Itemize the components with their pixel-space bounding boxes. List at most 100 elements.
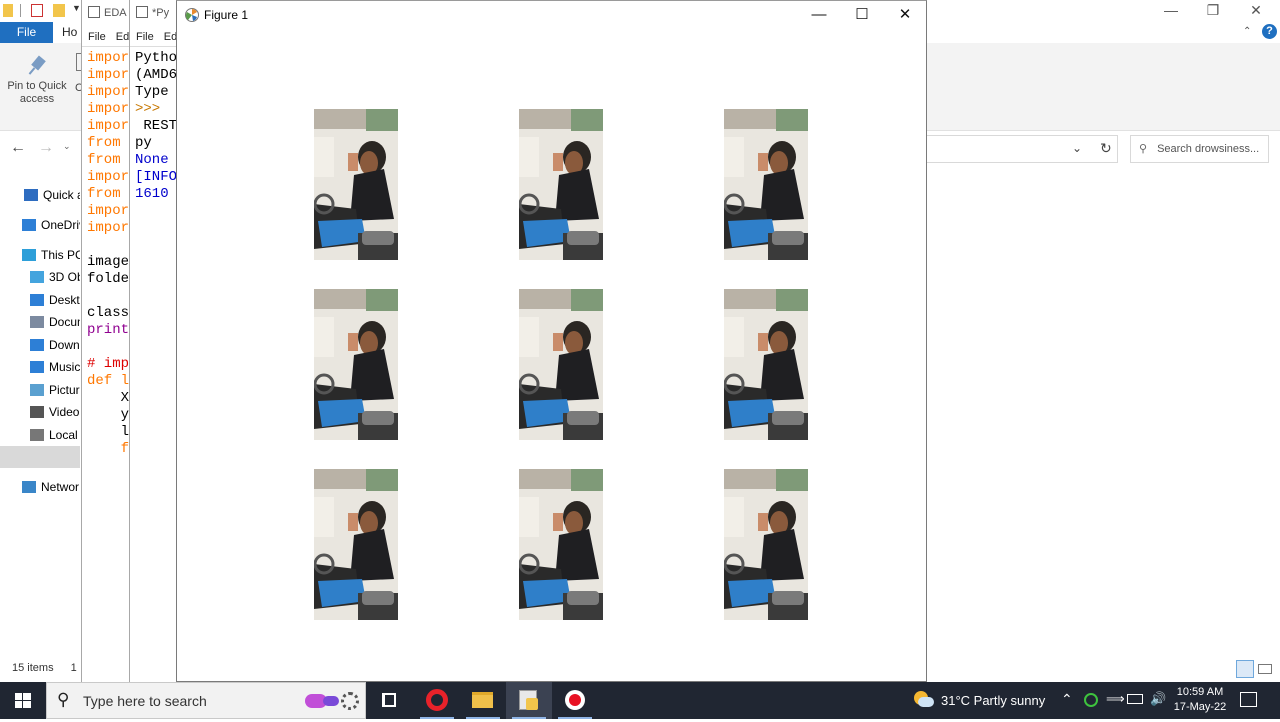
partly-sunny-icon[interactable] [912, 690, 934, 708]
video-icon [30, 406, 44, 418]
driver-image-1 [314, 109, 398, 260]
collapse-ribbon-icon[interactable]: ⌃ [1243, 26, 1251, 37]
menu-edit[interactable]: Ed [116, 31, 129, 43]
large-icons-view-icon[interactable] [1258, 664, 1272, 674]
opera-browser-button[interactable] [414, 682, 460, 719]
weather-text[interactable]: 31°C Partly sunny [941, 693, 1045, 708]
code-line: from [87, 152, 130, 168]
python-file-icon [88, 6, 100, 18]
code-line: class [87, 305, 130, 321]
nav-item-label: Music [49, 360, 80, 374]
folder-icon [472, 692, 493, 708]
start-button[interactable] [0, 682, 46, 719]
shell-output-area[interactable]: Pytho (AMD6 Type >>> REST py None [INFO 1610 [130, 47, 177, 203]
figure-minimize-button[interactable]: — [797, 1, 841, 29]
code-line: impor [87, 84, 130, 100]
screen-recorder-button[interactable] [552, 682, 598, 719]
nav-item-label: Deskto [49, 293, 80, 307]
code-line: py [135, 135, 152, 151]
notification-center-icon[interactable] [1240, 692, 1257, 707]
back-arrow-icon[interactable]: ← [10, 139, 26, 157]
code-line: image [87, 254, 130, 270]
nav-item-label: This PC [41, 248, 80, 262]
pin-to-quick-access-button[interactable]: Pin to Quick access [4, 53, 70, 106]
volume-icon[interactable]: 🔊 [1150, 691, 1166, 707]
code-line: REST [135, 118, 178, 134]
search-highlight-icon[interactable] [301, 689, 361, 713]
code-line: impor [87, 220, 130, 236]
chevron-down-icon[interactable]: ⌄ [1072, 141, 1082, 155]
file-explorer-button[interactable] [460, 682, 506, 719]
nav-item-onedriv[interactable]: OneDriv [0, 214, 80, 236]
search-icon: ⚲ [57, 690, 70, 709]
driver-image-3 [724, 109, 808, 260]
nav-item-deskto[interactable]: Deskto [0, 289, 80, 311]
refresh-icon[interactable]: ↻ [1100, 140, 1112, 157]
nav-item-this-pc[interactable]: This PC [0, 244, 80, 266]
taskbar-search-box[interactable]: ⚲ Type here to search [46, 682, 366, 719]
network-icon [22, 481, 36, 493]
nav-item-quick-a[interactable]: Quick a [0, 184, 80, 206]
file-tab[interactable]: File [0, 22, 53, 43]
forward-arrow-icon[interactable]: → [38, 139, 54, 157]
details-view-icon[interactable] [1236, 660, 1254, 678]
nav-item-videos[interactable]: Videos [0, 401, 80, 423]
restore-button[interactable]: ❐ [1190, 0, 1236, 22]
menu-file[interactable]: File [136, 31, 154, 43]
driver-image-9 [724, 469, 808, 620]
code-line: impor [87, 101, 130, 117]
nav-item-networ[interactable]: Networ [0, 476, 80, 498]
nav-item-pictur[interactable]: Pictur [0, 379, 80, 401]
status-circle-icon[interactable] [1084, 693, 1098, 707]
code-line: [INFO [135, 169, 178, 185]
code-line: folde [87, 271, 130, 287]
shell-title: *Py [152, 7, 170, 19]
driver-image-4 [314, 289, 398, 440]
figure-maximize-button[interactable]: ☐ [840, 1, 884, 29]
taskbar-search-placeholder: Type here to search [83, 693, 207, 709]
cloud-icon [22, 219, 36, 231]
nav-item-local-i[interactable]: Local I [0, 424, 80, 446]
code-line: X [87, 390, 130, 406]
figure-close-button[interactable]: ✕ [883, 1, 927, 29]
code-line: Type [135, 84, 178, 100]
properties-icon[interactable] [31, 4, 43, 17]
task-view-button[interactable] [367, 682, 413, 719]
new-folder-icon[interactable] [53, 4, 65, 17]
computer-icon [22, 249, 36, 261]
nav-item-music[interactable]: Music [0, 356, 80, 378]
menu-file[interactable]: File [88, 31, 106, 43]
battery-icon[interactable] [1127, 694, 1143, 704]
search-input[interactable]: ⚲ Search drowsiness... [1130, 135, 1269, 163]
help-icon[interactable]: ? [1262, 24, 1277, 39]
show-hidden-icons-icon[interactable]: ⌃ [1061, 691, 1073, 708]
minimize-button[interactable]: — [1148, 0, 1194, 22]
download-icon [30, 339, 44, 351]
clock[interactable]: 10:59 AM 17-May-22 [1172, 685, 1228, 715]
code-line: def l [87, 373, 130, 389]
editor-menubar: File Ed [82, 27, 129, 47]
recent-locations-icon[interactable]: ⌄ [63, 141, 71, 152]
code-line: l [87, 424, 130, 440]
code-line: >>> [135, 101, 169, 117]
search-icon: ⚲ [1139, 143, 1148, 155]
clock-time: 10:59 AM [1176, 686, 1224, 698]
quick-access-dropdown-icon[interactable]: ▼ [72, 3, 81, 13]
opera-icon [426, 689, 448, 711]
figure-window: Figure 1 — ☐ ✕ [176, 0, 927, 682]
nav-item-downl[interactable]: Downl [0, 334, 80, 356]
wifi-icon[interactable]: ⟹ [1106, 691, 1125, 707]
home-tab[interactable]: Ho [62, 22, 82, 43]
python-idle-button[interactable] [506, 682, 552, 719]
close-button[interactable]: ✕ [1233, 0, 1279, 22]
address-bar[interactable]: ⌄ ↻ [926, 135, 1118, 163]
picture-icon [30, 384, 44, 396]
nav-item-3d-ob[interactable]: 3D Ob [0, 266, 80, 288]
code-area[interactable]: impor impor impor impor impor from from impor… [82, 47, 129, 458]
nav-item-docum[interactable]: Docum [0, 311, 80, 333]
taskbar: ⚲ Type here to search 31°C Partly sunny … [0, 682, 1280, 719]
matplotlib-icon [185, 8, 199, 22]
code-line: y [87, 407, 130, 423]
